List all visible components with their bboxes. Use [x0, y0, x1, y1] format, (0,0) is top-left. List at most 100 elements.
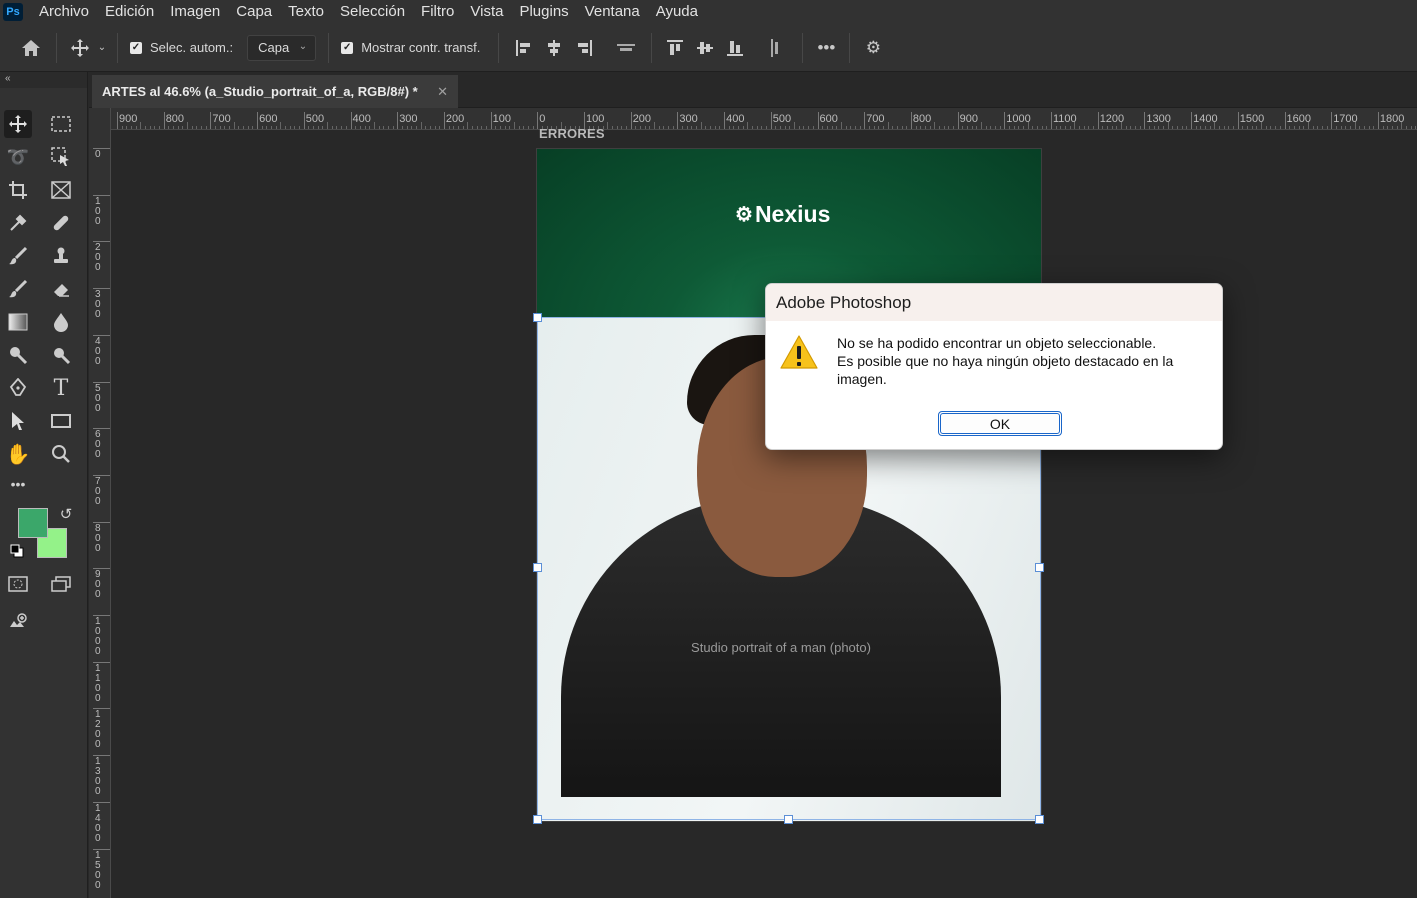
menu-ventana[interactable]: Ventana	[577, 1, 648, 23]
eraser-tool-icon[interactable]	[47, 275, 75, 303]
screen-mode-icon[interactable]	[47, 570, 75, 598]
type-tool-icon[interactable]: T	[47, 374, 75, 402]
gear-icon[interactable]: ⚙	[858, 33, 888, 63]
ok-button[interactable]: OK	[938, 411, 1062, 436]
ruler-minor-tick	[644, 126, 646, 129]
edit-toolbar-icon[interactable]: •••	[4, 470, 32, 498]
foreground-color-swatch[interactable]	[18, 508, 48, 538]
ruler-tick	[443, 112, 445, 129]
ruler-minor-tick	[1247, 126, 1249, 129]
menu-texto[interactable]: Texto	[280, 1, 332, 23]
align-right-icon[interactable]	[569, 33, 599, 63]
ruler-minor-tick	[714, 126, 716, 129]
ruler-minor-tick	[467, 122, 469, 129]
collapse-toolbox-icon[interactable]: «	[0, 72, 87, 88]
toolbox: « ➰ T ✋ ••• ↺	[0, 72, 88, 898]
ruler-minor-tick	[798, 126, 800, 129]
move-tool-icon[interactable]	[65, 33, 95, 63]
ruler-minor-tick	[733, 126, 735, 129]
ruler-label: 200	[632, 113, 652, 125]
ruler-minor-tick	[906, 126, 908, 129]
auto-select-target-dropdown[interactable]: Capa ⌄	[247, 34, 317, 61]
ruler-minor-tick	[1074, 122, 1076, 129]
ruler-minor-tick	[331, 126, 333, 129]
menu-filtro[interactable]: Filtro	[413, 1, 462, 23]
menu-vista[interactable]: Vista	[462, 1, 511, 23]
align-vertical-center-icon[interactable]	[690, 33, 720, 63]
close-icon[interactable]: ✕	[437, 84, 448, 100]
menu-plugins[interactable]: Plugins	[511, 1, 576, 23]
quick-mask-icon[interactable]	[4, 570, 32, 598]
auto-select-checkbox[interactable]: ✓	[130, 41, 142, 54]
eyedropper-tool-icon[interactable]	[4, 209, 32, 237]
ruler-minor-tick	[420, 122, 422, 129]
gradient-tool-icon[interactable]	[4, 308, 32, 336]
ruler-minor-tick	[191, 126, 193, 129]
dodge-tool-icon[interactable]	[4, 341, 32, 369]
ruler-minor-tick	[738, 126, 740, 129]
frame-tool-icon[interactable]	[47, 176, 75, 204]
zoom-tool-icon[interactable]	[47, 440, 75, 468]
transform-handle-middle-right[interactable]	[1035, 563, 1044, 572]
ruler-minor-tick	[1069, 126, 1071, 129]
history-brush-tool-icon[interactable]	[4, 275, 32, 303]
generative-fill-icon[interactable]	[4, 608, 32, 636]
default-colors-icon[interactable]	[8, 542, 26, 560]
object-selection-tool-icon[interactable]	[47, 143, 75, 171]
align-horizontal-center-icon[interactable]	[539, 33, 569, 63]
transform-handle-bottom-center[interactable]	[784, 815, 793, 824]
distribute-vertical-icon[interactable]	[760, 33, 790, 63]
document-tab[interactable]: ARTES al 46.6% (a_Studio_portrait_of_a, …	[92, 75, 458, 108]
crop-tool-icon[interactable]	[4, 176, 32, 204]
horizontal-ruler[interactable]: 900 800 700 600 500 400 300 200 100 0 100 200 300 400…	[111, 108, 1417, 130]
brush-tool-icon[interactable]	[4, 242, 32, 270]
ruler-minor-tick	[1018, 126, 1020, 129]
swap-colors-icon[interactable]: ↺	[52, 500, 80, 528]
ruler-minor-tick	[1321, 126, 1323, 129]
menu-capa[interactable]: Capa	[228, 1, 280, 23]
ruler-minor-tick	[1410, 126, 1412, 129]
menu-imagen[interactable]: Imagen	[162, 1, 228, 23]
menu-seleccion[interactable]: Selección	[332, 1, 413, 23]
transform-handle-bottom-right[interactable]	[1035, 815, 1044, 824]
ruler-minor-tick	[845, 126, 847, 129]
pen-tool-icon[interactable]	[4, 374, 32, 402]
nexius-logo: ⚙ Nexius	[735, 201, 830, 228]
align-bottom-icon[interactable]	[720, 33, 750, 63]
move-tool-icon[interactable]	[4, 110, 32, 138]
transform-handle-top-left[interactable]	[533, 313, 542, 322]
ruler-minor-tick	[1036, 126, 1038, 129]
align-left-icon[interactable]	[509, 33, 539, 63]
menu-ayuda[interactable]: Ayuda	[648, 1, 706, 23]
menu-archivo[interactable]: Archivo	[31, 1, 97, 23]
ruler-label: 4 0 0	[95, 335, 101, 367]
ruler-minor-tick	[369, 126, 371, 129]
clone-stamp-tool-icon[interactable]	[47, 242, 75, 270]
transform-handle-middle-left[interactable]	[533, 563, 542, 572]
ruler-minor-tick	[1209, 126, 1211, 129]
blur-tool-icon[interactable]	[47, 308, 75, 336]
align-top-icon[interactable]	[660, 33, 690, 63]
transform-handle-bottom-left[interactable]	[533, 815, 542, 824]
show-transform-checkbox[interactable]: ✓	[341, 41, 354, 54]
ruler-minor-tick	[672, 126, 674, 129]
distribute-icon[interactable]	[611, 33, 641, 63]
ruler-minor-tick	[1368, 126, 1370, 129]
healing-brush-tool-icon[interactable]	[47, 209, 75, 237]
chevron-down-icon[interactable]: ⌄	[95, 33, 109, 63]
zoom-burn-tool-icon[interactable]	[47, 341, 75, 369]
ruler-minor-tick	[850, 126, 852, 129]
menu-edicion[interactable]: Edición	[97, 1, 162, 23]
path-selection-tool-icon[interactable]	[4, 407, 32, 435]
ruler-minor-tick	[1116, 126, 1118, 129]
lasso-tool-icon[interactable]: ➰	[4, 143, 32, 171]
ruler-tick	[1284, 112, 1286, 129]
hand-tool-icon[interactable]: ✋	[4, 440, 32, 468]
auto-select-target-value: Capa	[258, 40, 290, 55]
vertical-ruler[interactable]: 0 1 0 0 2 0 0 3 0 0 4 0 0 5 0 0 6 0 0 7 0 0 8 0 …	[89, 108, 111, 898]
more-options-icon[interactable]: •••	[811, 33, 841, 63]
marquee-tool-icon[interactable]	[47, 110, 75, 138]
ruler-minor-tick	[434, 126, 436, 129]
rectangle-tool-icon[interactable]	[47, 407, 75, 435]
home-icon[interactable]	[16, 33, 46, 63]
